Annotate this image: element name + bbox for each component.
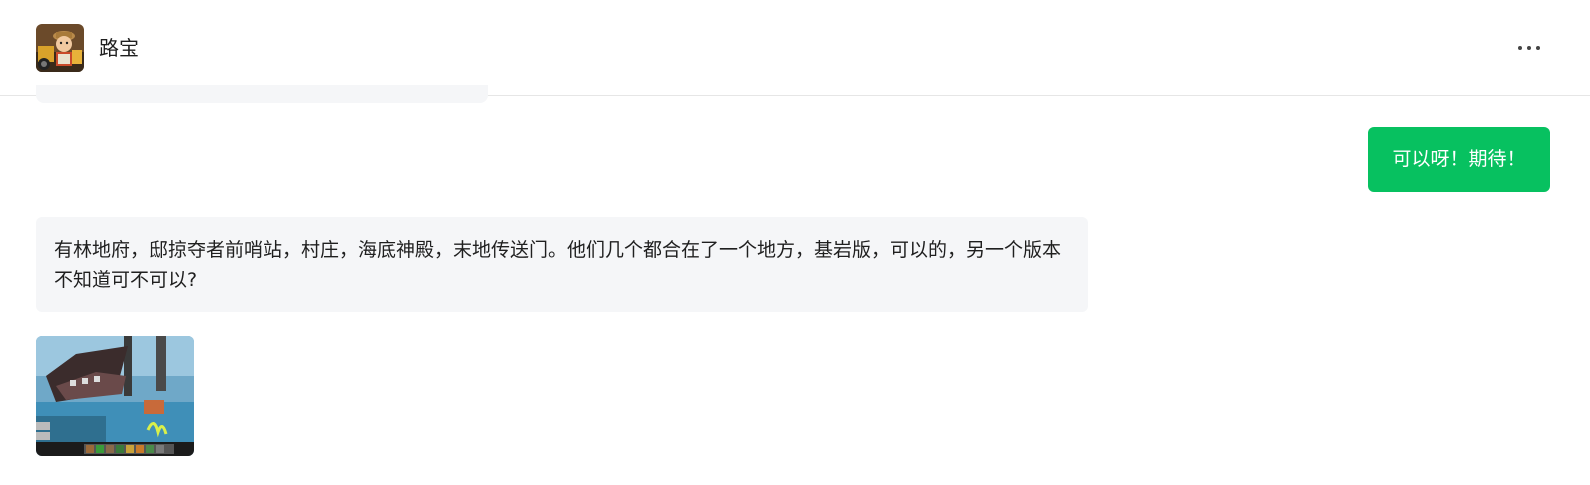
image-message[interactable] xyxy=(36,336,194,456)
game-screenshot-image xyxy=(36,336,194,456)
received-message-bubble[interactable]: 有林地府，邸掠夺者前哨站，村庄，海底神殿，末地传送门。他们几个都合在了一个地方，… xyxy=(36,217,1088,312)
avatar-image xyxy=(36,24,84,72)
more-icon xyxy=(1518,46,1522,50)
contact-name: 路宝 xyxy=(99,36,139,60)
chat-header: 路宝 xyxy=(0,0,1590,96)
contact-avatar[interactable] xyxy=(36,24,84,72)
sent-message-bubble[interactable]: 可以呀！期待！ xyxy=(1368,127,1550,192)
more-options-button[interactable] xyxy=(1512,36,1546,60)
previous-message-bubble xyxy=(36,85,488,103)
